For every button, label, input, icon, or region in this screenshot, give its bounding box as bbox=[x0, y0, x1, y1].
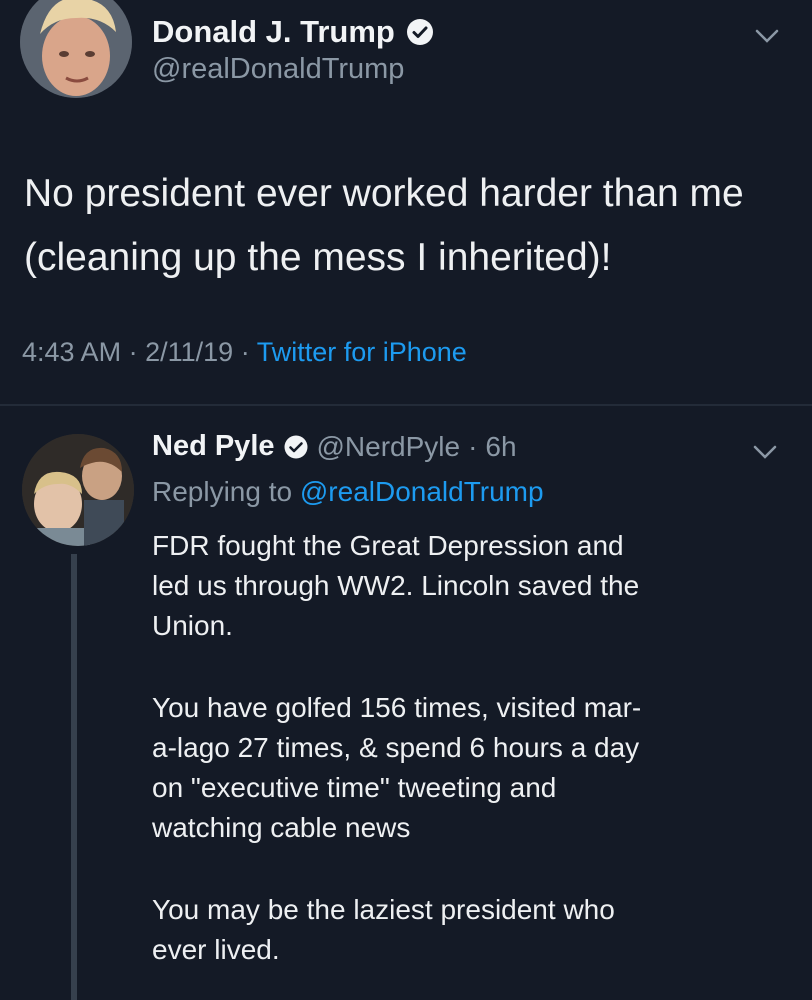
reply-paragraph: You may be the laziest president who eve… bbox=[152, 894, 615, 965]
thread-line bbox=[71, 554, 77, 1000]
verified-badge-icon bbox=[283, 434, 309, 460]
replying-to-mention-link[interactable]: @realDonaldTrump bbox=[300, 476, 544, 507]
tweet-meta: 4:43 AM · 2/11/19 · Twitter for iPhone bbox=[22, 337, 467, 368]
replying-to-label: Replying to bbox=[152, 476, 293, 507]
tweet-source-link[interactable]: Twitter for iPhone bbox=[257, 337, 467, 367]
reply-text: FDR fought the Great Depression and led … bbox=[152, 526, 792, 1000]
chevron-down-icon[interactable] bbox=[754, 28, 780, 44]
reply-paragraph: FDR fought the Great Depression and led … bbox=[152, 530, 640, 641]
avatar-portrait-image bbox=[20, 0, 132, 98]
tweet-time[interactable]: 4:43 AM bbox=[22, 337, 121, 367]
author-name[interactable]: Ned Pyle bbox=[152, 430, 275, 463]
avatar[interactable] bbox=[22, 434, 134, 546]
meta-separator: · bbox=[240, 337, 250, 367]
chevron-down-icon[interactable] bbox=[752, 444, 778, 460]
main-tweet[interactable]: Donald J. Trump @realDonaldTrump No pres… bbox=[0, 0, 812, 404]
verified-badge-icon bbox=[405, 17, 435, 47]
meta-separator: · bbox=[128, 337, 138, 367]
author-handle[interactable]: @NerdPyle bbox=[317, 431, 461, 463]
tweet-text: No president ever worked harder than me … bbox=[24, 172, 744, 279]
author-name[interactable]: Donald J. Trump bbox=[152, 14, 395, 50]
replying-to-line: Replying to @realDonaldTrump bbox=[152, 476, 544, 508]
author-name-row[interactable]: Donald J. Trump bbox=[152, 14, 435, 50]
meta-separator: · bbox=[468, 430, 478, 462]
avatar[interactable] bbox=[20, 0, 132, 98]
author-name-row[interactable]: Ned Pyle @NerdPyle · 6h bbox=[152, 430, 517, 463]
author-handle[interactable]: @realDonaldTrump bbox=[152, 53, 404, 86]
tweet-date[interactable]: 2/11/19 bbox=[145, 337, 233, 367]
twitter-thread-screenshot: Donald J. Trump @realDonaldTrump No pres… bbox=[0, 0, 812, 1000]
tweet-age[interactable]: 6h bbox=[485, 431, 516, 463]
reply-tweet[interactable]: Ned Pyle @NerdPyle · 6h Replying to @rea… bbox=[0, 406, 812, 1000]
reply-paragraph: You have golfed 156 times, visited mar- … bbox=[152, 692, 642, 843]
avatar-photo-image bbox=[22, 434, 134, 546]
